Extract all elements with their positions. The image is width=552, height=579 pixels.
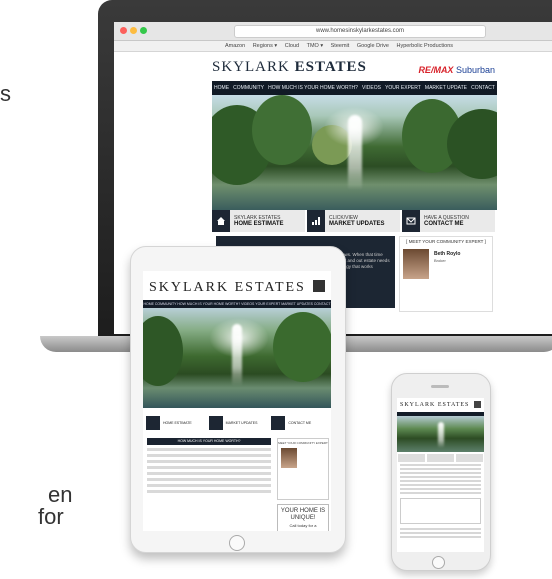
bookmark-item[interactable]: Google Drive <box>357 43 389 49</box>
agent-photo <box>281 448 297 468</box>
background-text-fragment: for <box>38 504 64 529</box>
phone-home-button[interactable] <box>432 556 445 569</box>
agent-name: Beth Roylo <box>434 251 461 257</box>
section-title-bar: HOW MUCH IS YOUR HOME WORTH? <box>147 438 271 445</box>
house-icon <box>217 217 225 225</box>
bookmark-item[interactable]: Regions ▾ <box>253 43 277 49</box>
bookmarks-bar: Amazon Regions ▾ Cloud TMO ▾ Steemit Goo… <box>114 41 552 52</box>
tile-market-updates[interactable]: MARKET UPDATES <box>206 412 269 434</box>
envelope-icon <box>271 416 286 430</box>
background-text-fragment: s <box>0 81 11 106</box>
close-window-icon[interactable] <box>120 27 127 34</box>
remax-logo: RE/MAX Suburban <box>418 65 495 75</box>
bookmark-item[interactable]: TMO ▾ <box>307 43 324 49</box>
phone-hero-image <box>397 416 484 452</box>
expert-heading: [ MEET YOUR COMMUNITY EXPERT ] <box>406 239 486 244</box>
nav-item[interactable]: MARKET UPDATES <box>281 302 313 306</box>
tile-contact-me[interactable]: CONTACT ME <box>268 412 331 434</box>
expert-card: MEET YOUR COMMUNITY EXPERT <box>277 438 329 500</box>
nav-your-expert[interactable]: YOUR EXPERT <box>385 85 421 91</box>
nav-home-worth[interactable]: HOW MUCH IS YOUR HOME WORTH? <box>268 85 358 91</box>
tablet-hero-image <box>143 308 331 408</box>
maximize-window-icon[interactable] <box>140 27 147 34</box>
nav-item[interactable]: COMMUNITY <box>155 302 177 306</box>
hero-image-fountain <box>212 95 497 210</box>
tablet-tiles: HOME ESTIMATE MARKET UPDATES CONTACT ME <box>143 412 331 434</box>
tile-home-estimate[interactable]: SKYLARK ESTATES HOME ESTIMATE <box>212 210 307 232</box>
bar-chart-icon <box>312 217 320 225</box>
nav-contact[interactable]: CONTACT <box>471 85 495 91</box>
nav-item[interactable]: HOME <box>143 302 154 306</box>
tile-home-estimate[interactable]: HOME ESTIMATE <box>143 412 206 434</box>
tablet-home-button[interactable] <box>229 535 245 551</box>
nav-market-update[interactable]: MARKET UPDATE <box>425 85 467 91</box>
envelope-icon <box>406 217 416 225</box>
site-logo[interactable]: SKYLARK ESTATES <box>212 59 367 76</box>
background-text-fragment: en <box>48 482 73 507</box>
tablet-site-logo[interactable]: SKYLARK ESTATES <box>143 271 331 300</box>
tablet-screen: SKYLARK ESTATES HOME COMMUNITY HOW MUCH … <box>143 271 331 531</box>
agent-photo <box>403 249 429 279</box>
site-nav: HOME COMMUNITY HOW MUCH IS YOUR HOME WOR… <box>212 81 497 95</box>
bookmark-item[interactable]: Amazon <box>225 43 245 49</box>
nav-community[interactable]: COMMUNITY <box>233 85 264 91</box>
minimize-window-icon[interactable] <box>130 27 137 34</box>
phone-speaker <box>431 385 449 388</box>
feature-tiles: SKYLARK ESTATES HOME ESTIMATE CLICK/VIEW M… <box>212 210 497 232</box>
bookmark-item[interactable]: Hyperbolic Productions <box>396 43 453 49</box>
nav-item[interactable]: CONTACT <box>314 302 331 306</box>
nav-item[interactable]: VIDEOS <box>241 302 254 306</box>
bookmark-item[interactable]: Steemit <box>331 43 350 49</box>
community-expert-card: [ MEET YOUR COMMUNITY EXPERT ] Beth Royl… <box>399 236 493 312</box>
tablet-sidebar: MEET YOUR COMMUNITY EXPERT YOUR HOME IS … <box>275 436 331 531</box>
phone-content-box <box>400 498 481 524</box>
logo-badge-icon <box>474 401 481 408</box>
phone-tiles <box>397 454 484 462</box>
phone-site-logo[interactable]: SKYLARK ESTATES <box>397 398 484 412</box>
nav-item[interactable]: HOW MUCH IS YOUR HOME WORTH? <box>177 302 240 306</box>
phone-screen: SKYLARK ESTATES <box>397 398 484 552</box>
tile-contact-me[interactable]: HAVE A QUESTION CONTACT ME <box>402 210 497 232</box>
site-header: SKYLARK ESTATES RE/MAX Suburban <box>212 55 497 81</box>
tile-market-updates[interactable]: CLICK/VIEW MARKET UPDATES <box>307 210 402 232</box>
bookmark-item[interactable]: Cloud <box>285 43 299 49</box>
address-bar[interactable]: www.homesinskylarkestates.com <box>234 25 486 38</box>
tablet-nav: HOME COMMUNITY HOW MUCH IS YOUR HOME WOR… <box>143 300 331 308</box>
home-unique-box: YOUR HOME IS UNIQUE! Call today for a <box>277 504 329 531</box>
nav-item[interactable]: YOUR EXPERT <box>255 302 280 306</box>
logo-badge-icon <box>313 280 325 292</box>
agent-role: Broker <box>434 258 446 263</box>
nav-home[interactable]: HOME <box>214 85 229 91</box>
bar-chart-icon <box>208 416 223 430</box>
house-icon <box>146 416 160 430</box>
browser-toolbar: www.homesinskylarkestates.com <box>114 22 552 41</box>
nav-videos[interactable]: VIDEOS <box>362 85 381 91</box>
tablet-main-column: HOW MUCH IS YOUR HOME WORTH? <box>143 436 275 531</box>
tablet-body: HOW MUCH IS YOUR HOME WORTH? MEET YOUR C… <box>143 436 331 531</box>
